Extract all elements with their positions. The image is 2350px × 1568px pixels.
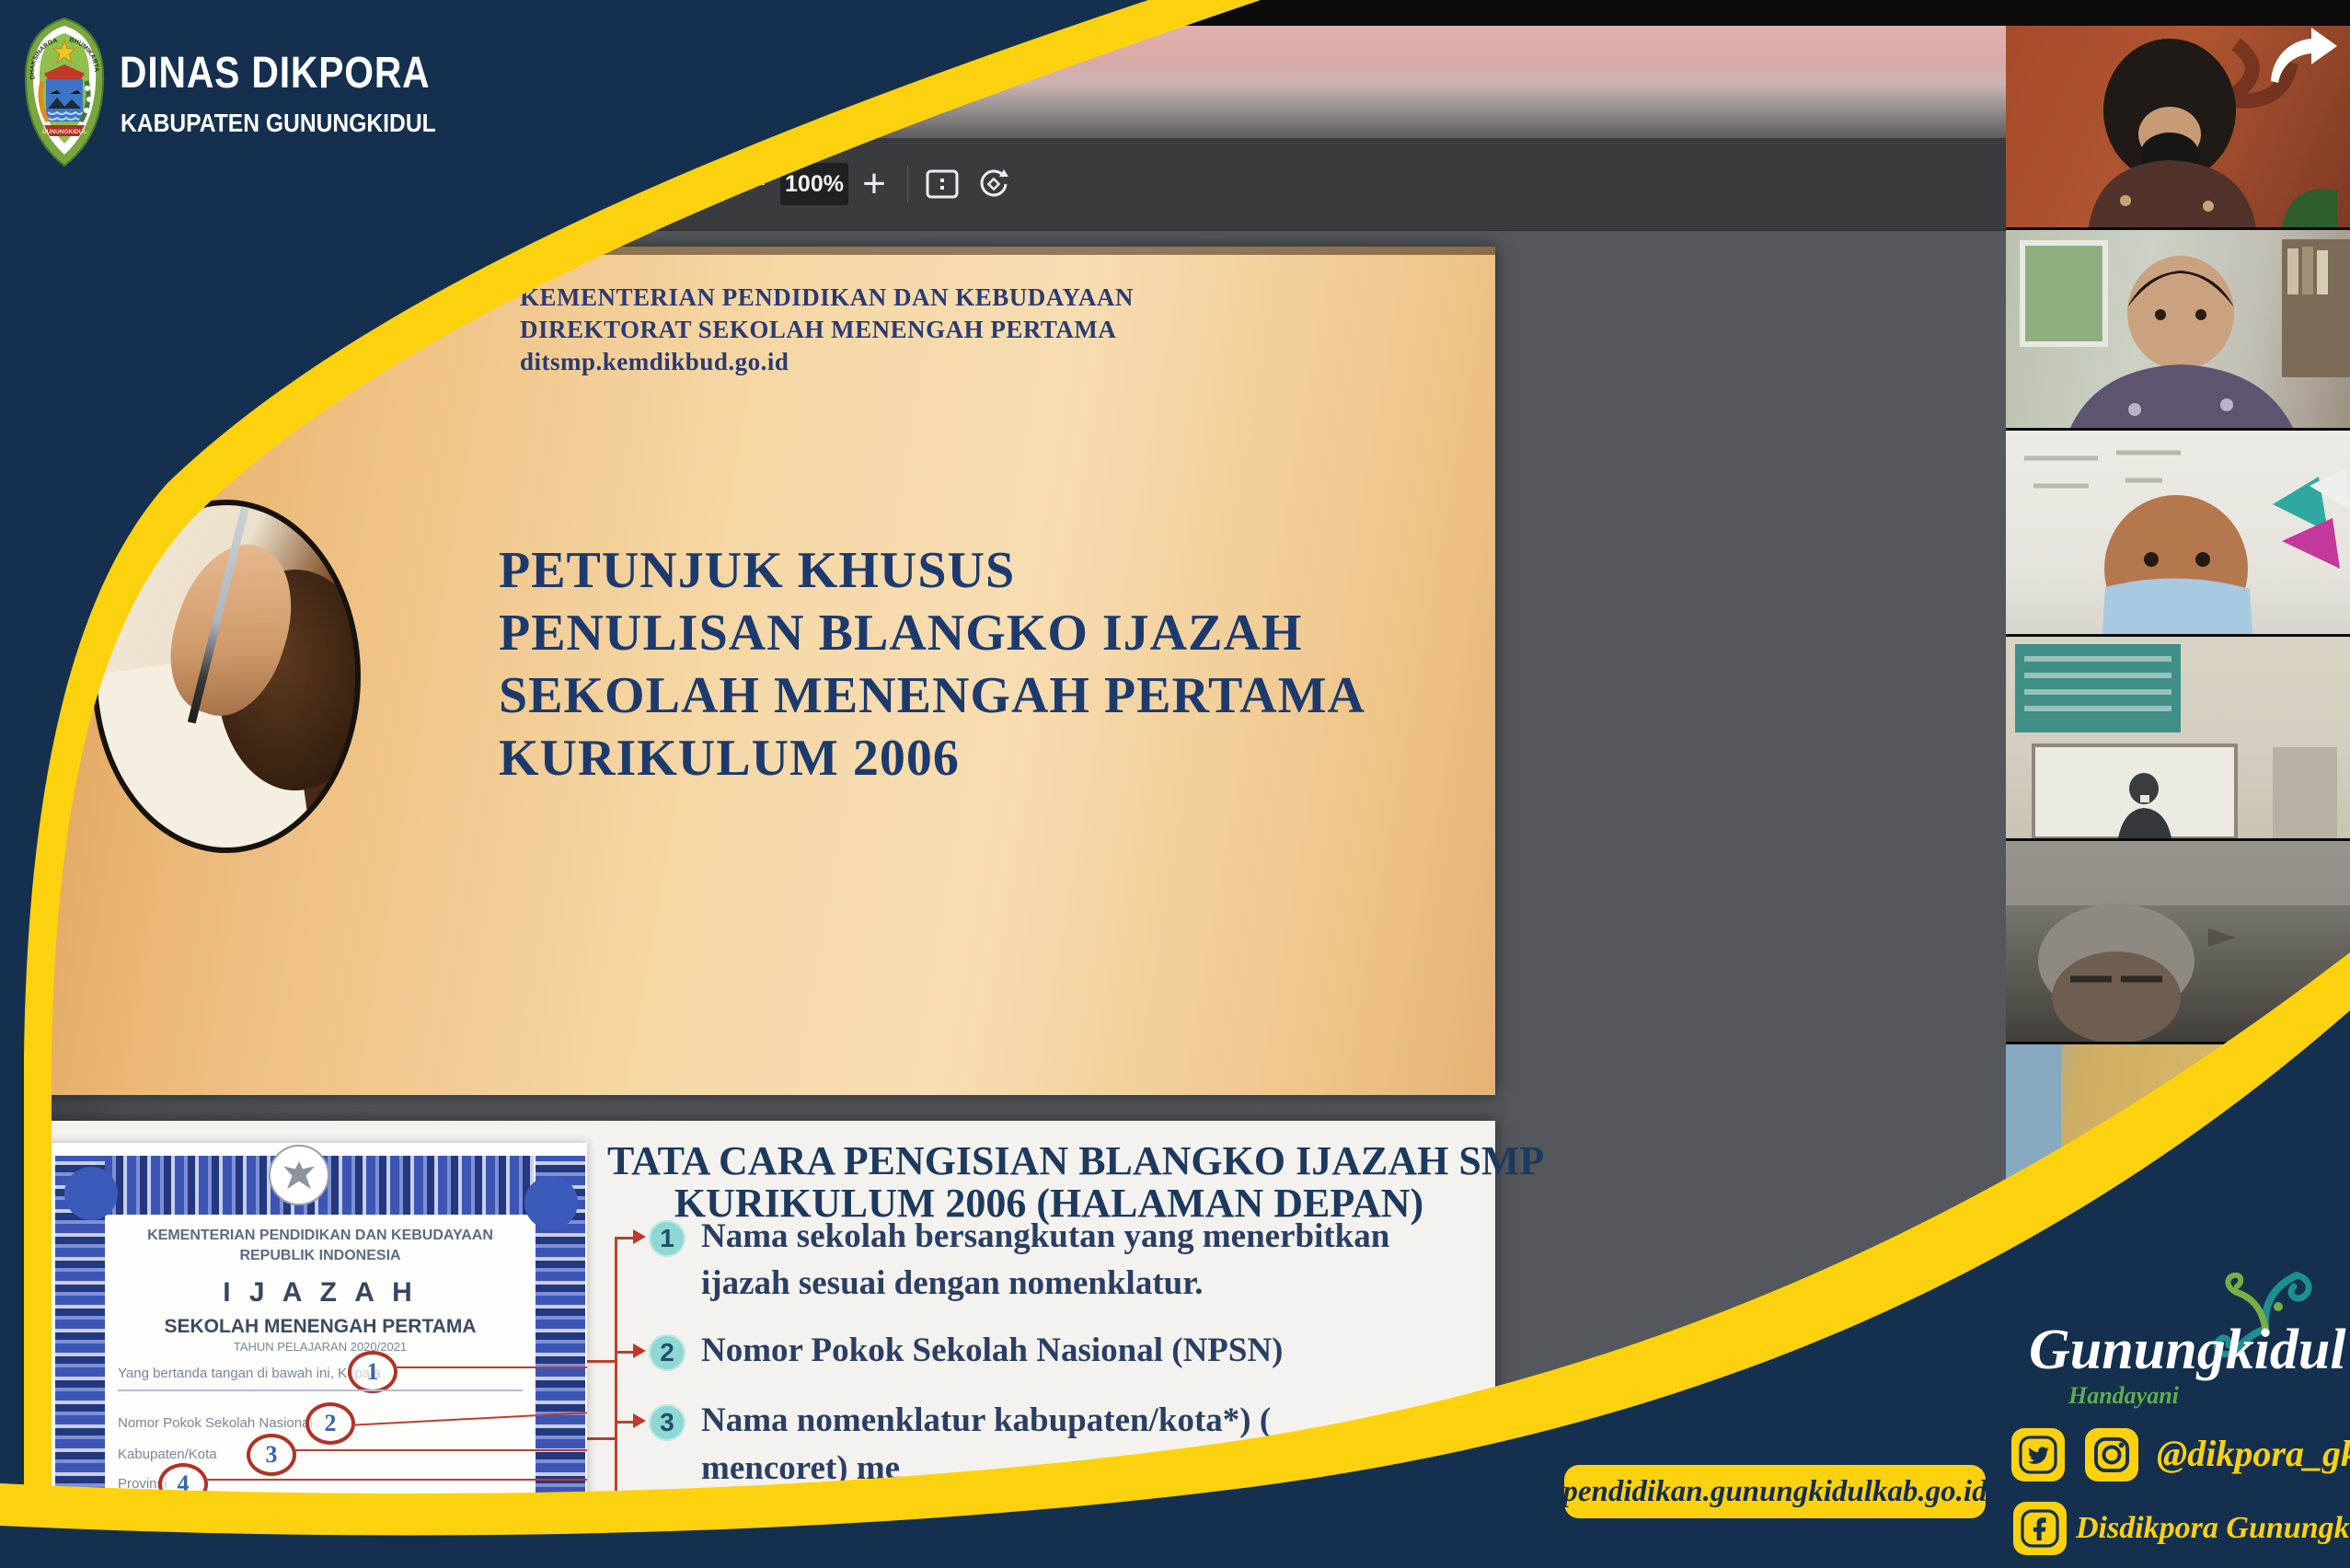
ijazah-field-3-number: 3 [247, 1434, 296, 1476]
crest-banner-text: GUNUNGKIDUL [42, 129, 87, 135]
ijazah-field-1-number: 1 [348, 1351, 397, 1393]
toolbar-divider [907, 166, 908, 202]
item-2-badge: 2 [649, 1334, 685, 1371]
ijazah-field-1-label: Yang bertanda tangan di bawah ini, Kepal… [118, 1366, 381, 1381]
page-number-input[interactable]: 12 [604, 163, 672, 205]
slide-title-line3: SEKOLAH MENENGAH PERTAMA [499, 666, 1365, 725]
instagram-icon [2085, 1428, 2138, 1482]
item-1-line2: ijazah sesuai dengan nomenklatur. [701, 1263, 1204, 1303]
item-1-badge: 1 [649, 1220, 685, 1257]
ijazah-header1: KEMENTERIAN PENDIDIKAN DAN KEBUDAYAAN [109, 1228, 532, 1244]
ijazah-blanko-preview: KEMENTERIAN PENDIDIKAN DAN KEBUDAYAAN RE… [28, 1143, 587, 1568]
item-3-line2: mencoret) me [701, 1448, 900, 1488]
zoom-in-button[interactable]: + [850, 160, 898, 208]
gunungkidul-brand-word: Gunungkidul [2029, 1318, 2305, 1383]
item-3-badge: 3 [649, 1404, 685, 1441]
facebook-name: Disdikpora Gunungkidul [2076, 1511, 2350, 1546]
ijazah-red-line [394, 1366, 587, 1368]
rotate-page-icon[interactable] [970, 160, 1018, 208]
website-banner-text: pendidikan.gunungkidulkab.go.id [1562, 1475, 1987, 1509]
ijazah-title: I J A Z A H [109, 1277, 532, 1309]
slide-title-page: TUT WURI HANDAYANI KEMENTERIAN PENDIDIKA… [0, 247, 1495, 1095]
garuda-emblem [269, 1145, 329, 1205]
connector-arrow-1 [633, 1229, 646, 1244]
ijazah-field-2-number: 2 [305, 1402, 355, 1445]
connector-arrow-3 [633, 1413, 646, 1428]
gunungkidul-crest-logo: DHAKSINARGA BHUMIKARTA GUNUNGKIDUL [22, 17, 107, 167]
website-banner: pendidikan.gunungkidulkab.go.id [1564, 1465, 1986, 1518]
gunungkidul-brand-tagline: Handayani [2068, 1382, 2179, 1410]
ijazah-red-line [293, 1449, 587, 1451]
ijazah-blank-line [118, 1389, 523, 1391]
item-1-line1: Nama sekolah bersangkutan yang menerbitk… [701, 1216, 1389, 1256]
hand-writing-photo [92, 500, 361, 853]
ijazah-year: TAHUN PELAJARAN 2020/2021 [109, 1340, 532, 1354]
item-2-line1: Nomor Pokok Sekolah Nasional (NPSN) [701, 1331, 1284, 1370]
fit-page-icon[interactable] [918, 160, 966, 208]
agency-name: DINAS DIKPORA [120, 48, 430, 98]
item-3-line1: Nama nomenklatur kabupaten/kota*) ( [701, 1401, 1271, 1440]
screenshot-root: 12 / 55 − 100% + [0, 0, 2350, 1568]
facebook-icon [2013, 1502, 2067, 1555]
participant-video-2[interactable] [2006, 230, 2350, 431]
slide2-heading-line1: TATA CARA PENGISIAN BLANGKO IJAZAH SMP [607, 1137, 1491, 1184]
ijazah-red-line [204, 1479, 587, 1481]
ijazah-corner-seal [64, 1167, 118, 1220]
participant-video-5[interactable] [2006, 841, 2350, 1044]
ijazah-field-3-label: Kabupaten/Kota [118, 1447, 217, 1462]
slide-title-line1: PETUNJUK KHUSUS [499, 541, 1015, 600]
slide-title-line2: PENULISAN BLANGKO IJAZAH [499, 604, 1302, 663]
org-url: ditsmp.kemdikbud.go.id [520, 348, 789, 376]
social-handle: @dikpora_gk [2157, 1432, 2350, 1475]
pdf-toolbar: 12 / 55 − 100% + [0, 138, 2006, 231]
org-name-line2: DIREKTORAT SEKOLAH MENENGAH PERTAMA [520, 316, 1116, 344]
ijazah-field-4-number: 4 [158, 1463, 208, 1505]
tut-wuri-handayani-logo: TUT WURI HANDAYANI [26, 254, 190, 429]
agency-region: KABUPATEN GUNUNGKIDUL [121, 109, 436, 138]
connector-line [615, 1237, 617, 1513]
slide-tata-cara: TATA CARA PENGISIAN BLANGKO IJAZAH SMP K… [0, 1121, 1495, 1568]
connector-arrow-2 [633, 1343, 646, 1358]
ijazah-note: menerangkan bahwa [285, 1502, 414, 1517]
slide-title-line4: KURIKULUM 2006 [499, 729, 960, 788]
ijazah-subtitle: SEKOLAH MENENGAH PERTAMA [109, 1316, 532, 1338]
participant-video-3[interactable] [2006, 431, 2350, 637]
ijazah-field-2-label: Nomor Pokok Sekolah Nasional : [118, 1415, 320, 1431]
zoom-level-value[interactable]: 100% [780, 163, 848, 205]
participant-video-4[interactable] [2006, 637, 2350, 841]
twitter-icon [2011, 1428, 2065, 1482]
share-arrow-icon[interactable] [2265, 28, 2339, 86]
zoom-out-button[interactable]: − [731, 160, 778, 208]
toolbar-divider [723, 166, 724, 202]
ijazah-header2: REPUBLIK INDONESIA [109, 1248, 532, 1264]
org-name-line1: KEMENTERIAN PENDIDIKAN DAN KEBUDAYAAN [520, 283, 1134, 312]
pdf-viewer[interactable]: 12 / 55 − 100% + [0, 138, 2006, 1568]
ijazah-corner-seal [524, 1176, 578, 1229]
